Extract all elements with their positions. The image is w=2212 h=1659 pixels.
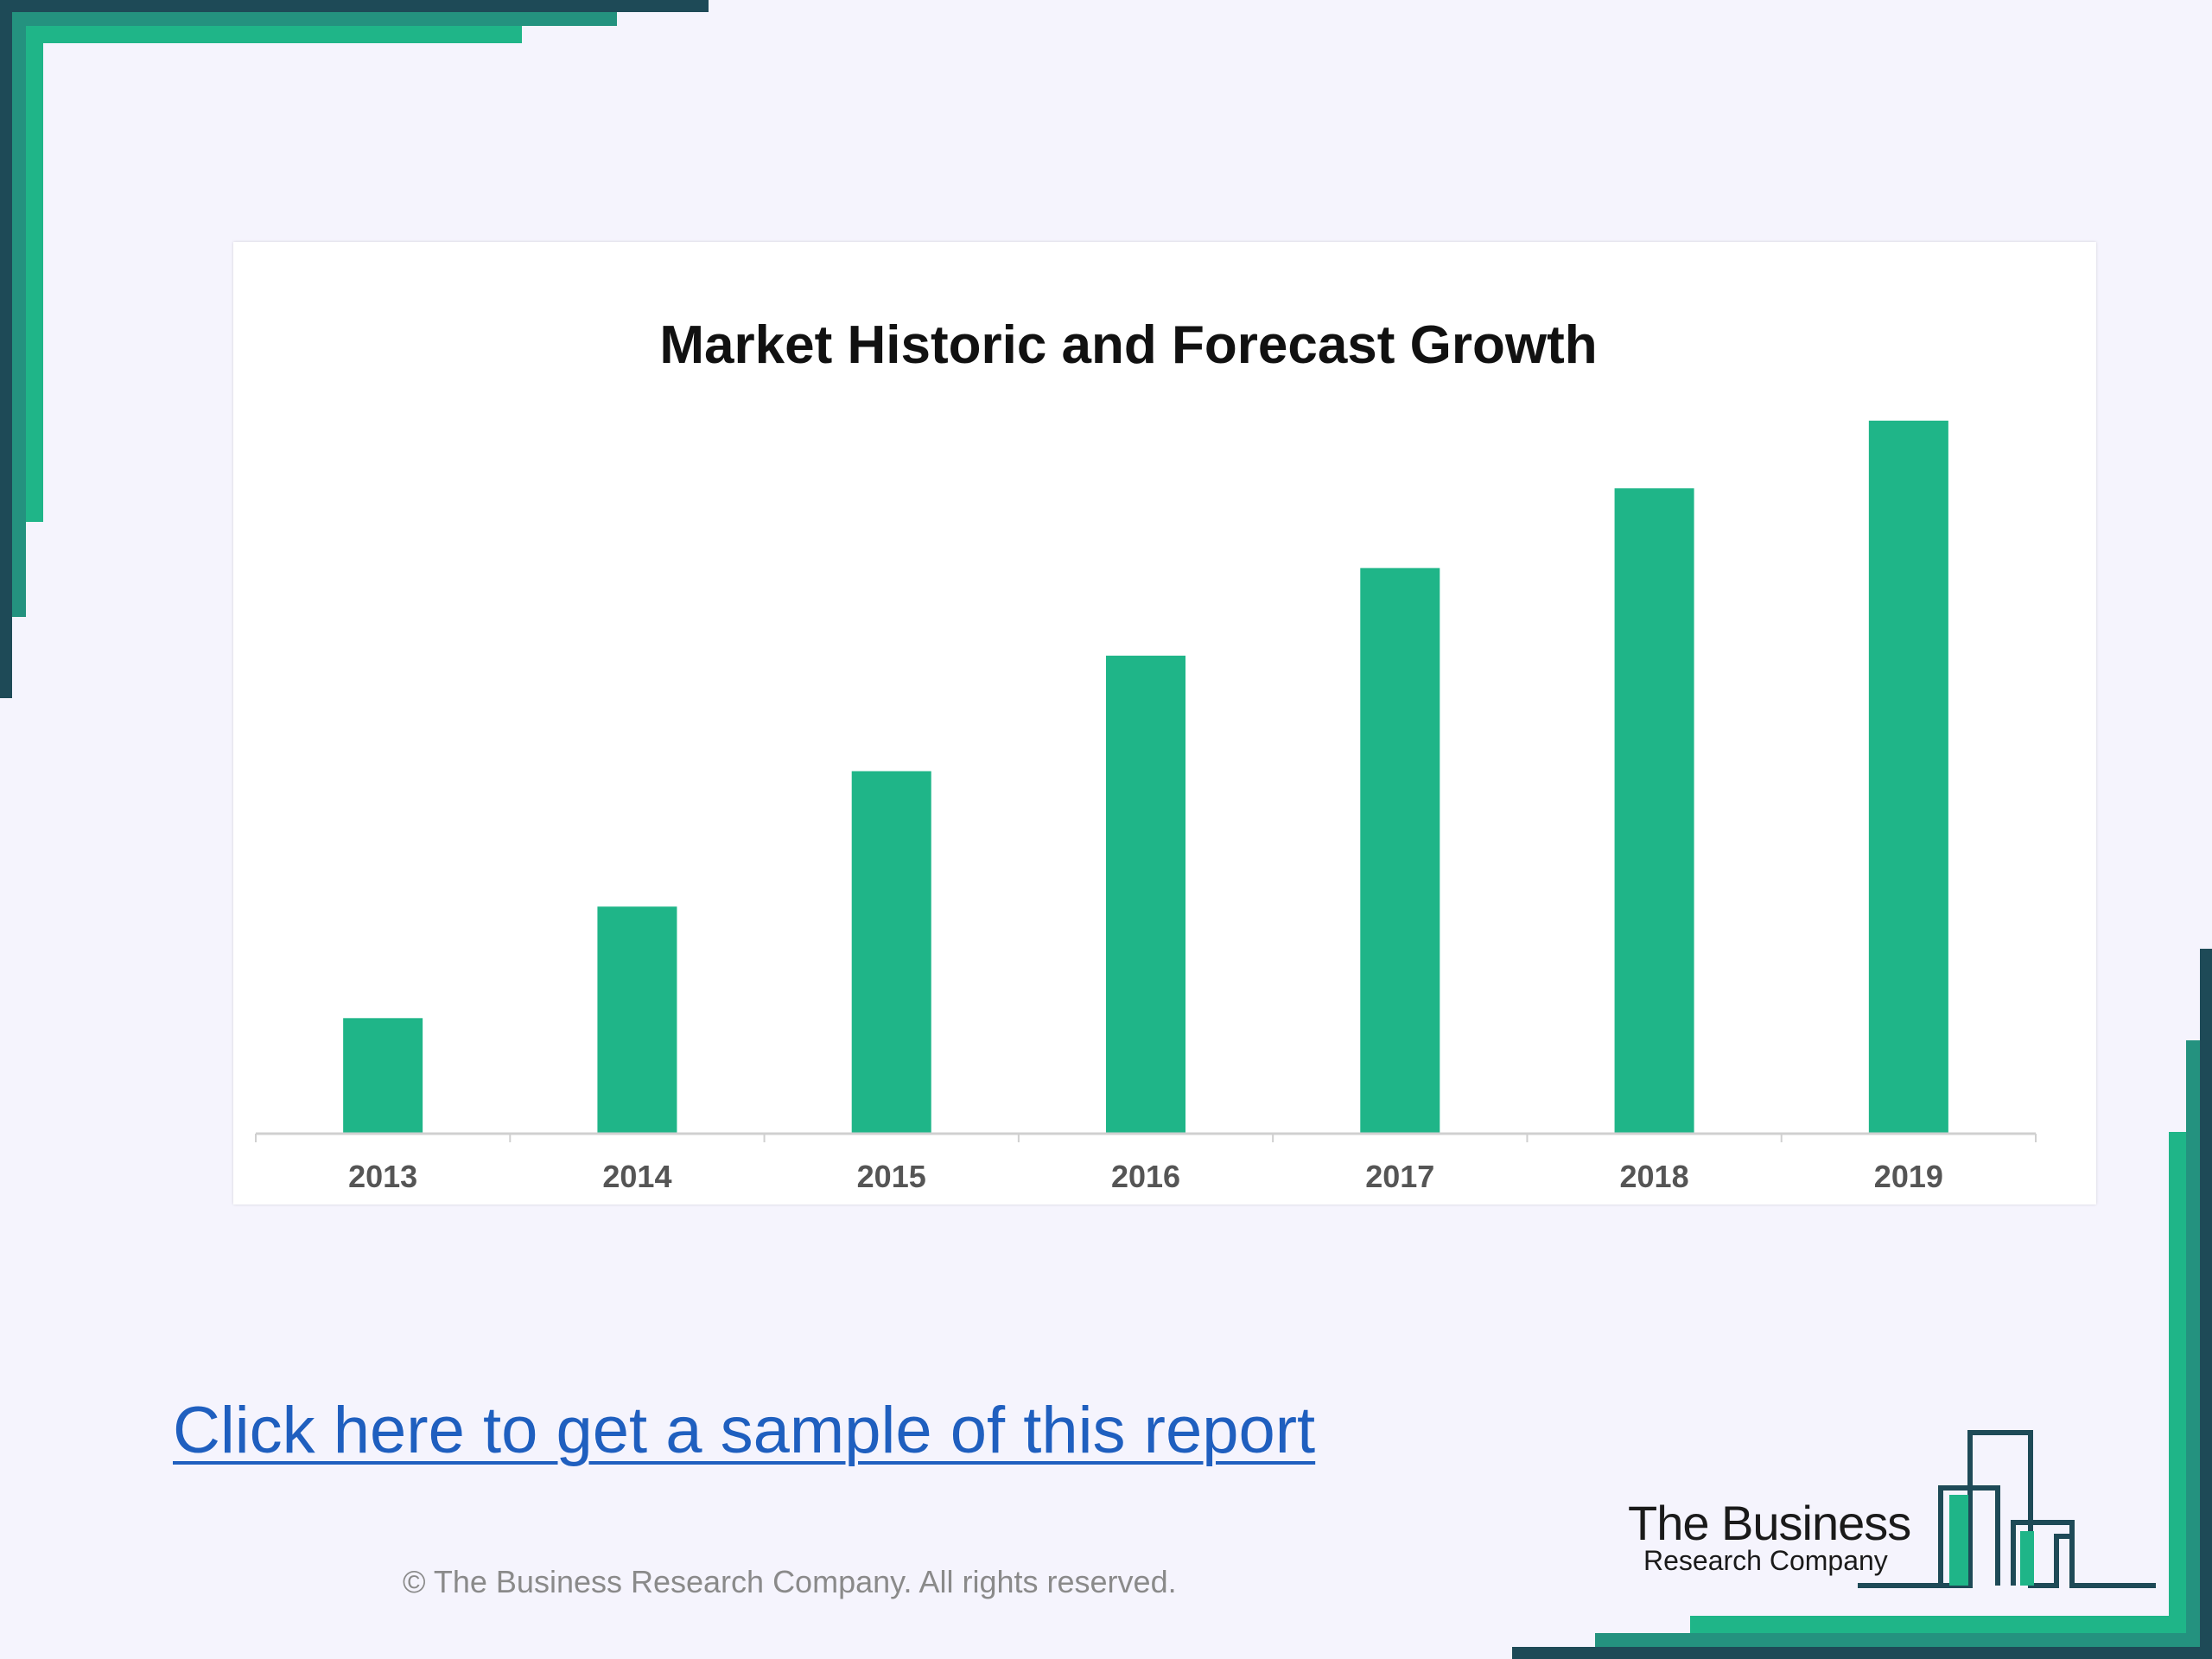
corner-stripe-bottom-right bbox=[1595, 1633, 2200, 1647]
corner-stripe-bottom-right bbox=[1690, 1616, 2186, 1633]
bar-2015 bbox=[851, 771, 931, 1134]
corner-stripe-top-left bbox=[0, 0, 709, 12]
x-tick-label: 2014 bbox=[602, 1159, 671, 1194]
logo-subtitle: Research Company bbox=[1643, 1545, 1888, 1576]
x-tick-label: 2013 bbox=[348, 1159, 417, 1194]
chart-title: Market Historic and Forecast Growth bbox=[659, 315, 1597, 375]
bar-2019 bbox=[1868, 420, 1948, 1134]
x-tick-label: 2018 bbox=[1620, 1159, 1689, 1194]
x-tick-label: 2017 bbox=[1365, 1159, 1434, 1194]
bar-2016 bbox=[1106, 655, 1185, 1134]
bars-group bbox=[343, 420, 1948, 1134]
bar-2014 bbox=[597, 906, 677, 1134]
x-tick-label: 2015 bbox=[857, 1159, 926, 1194]
corner-stripe-top-left bbox=[26, 26, 522, 43]
bar-2018 bbox=[1614, 488, 1694, 1134]
company-logo: The Business Research Company bbox=[1616, 1426, 2169, 1599]
corner-stripe-top-left bbox=[12, 12, 26, 617]
bar-2017 bbox=[1360, 568, 1440, 1134]
corner-stripe-bottom-right bbox=[2200, 949, 2212, 1659]
copyright-text: © The Business Research Company. All rig… bbox=[403, 1564, 1177, 1599]
corner-stripe-bottom-right bbox=[2169, 1132, 2186, 1633]
x-tick-label: 2019 bbox=[1874, 1159, 1943, 1194]
bar-2013 bbox=[343, 1018, 423, 1134]
x-tick-label: 2016 bbox=[1111, 1159, 1180, 1194]
corner-stripe-top-left bbox=[26, 26, 43, 522]
corner-stripe-top-left bbox=[0, 0, 12, 698]
corner-stripe-bottom-right bbox=[2186, 1040, 2200, 1647]
sample-report-link[interactable]: Click here to get a sample of this repor… bbox=[173, 1393, 1315, 1468]
x-axis: 2013 2014 2015 2016 2017 2018 2019 bbox=[255, 1132, 2037, 1194]
corner-stripe-top-left bbox=[12, 12, 617, 26]
chart-card: Market Historic and Forecast Growth 2013… bbox=[233, 242, 2096, 1205]
logo-name: The Business bbox=[1628, 1496, 1911, 1550]
bar-chart: Market Historic and Forecast Growth 2013… bbox=[255, 315, 2037, 1194]
corner-stripe-bottom-right bbox=[1512, 1647, 2212, 1659]
